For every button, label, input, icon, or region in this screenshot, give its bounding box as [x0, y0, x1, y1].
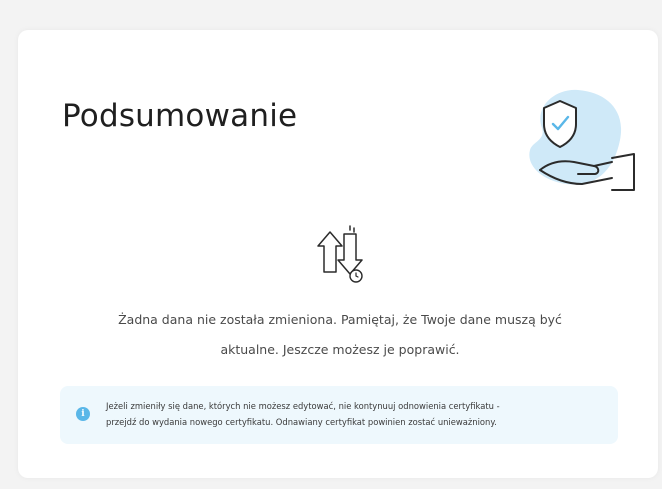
shield-check-hand-icon: [529, 89, 635, 191]
message-line-1: Żadna dana nie została zmieniona. Pamięt…: [118, 311, 562, 327]
info-notice-text: Jeżeli zmieniły się dane, których nie mo…: [106, 398, 606, 430]
info-notice: i Jeżeli zmieniły się dane, których nie …: [60, 386, 618, 444]
message-line-2: aktualne. Jeszcze możesz je poprawić.: [220, 341, 460, 357]
summary-card: Podsumowanie Żadna dana nie została zmie…: [18, 30, 658, 478]
info-icon: i: [76, 407, 90, 421]
data-exchange-arrows-icon: [317, 225, 363, 283]
no-changes-message: Żadna dana nie została zmieniona. Pamięt…: [82, 305, 598, 365]
info-line-2: przejdź do wydania nowego certyfikatu. O…: [106, 417, 497, 427]
info-line-1: Jeżeli zmieniły się dane, których nie mo…: [106, 401, 500, 411]
page-title: Podsumowanie: [62, 98, 298, 134]
